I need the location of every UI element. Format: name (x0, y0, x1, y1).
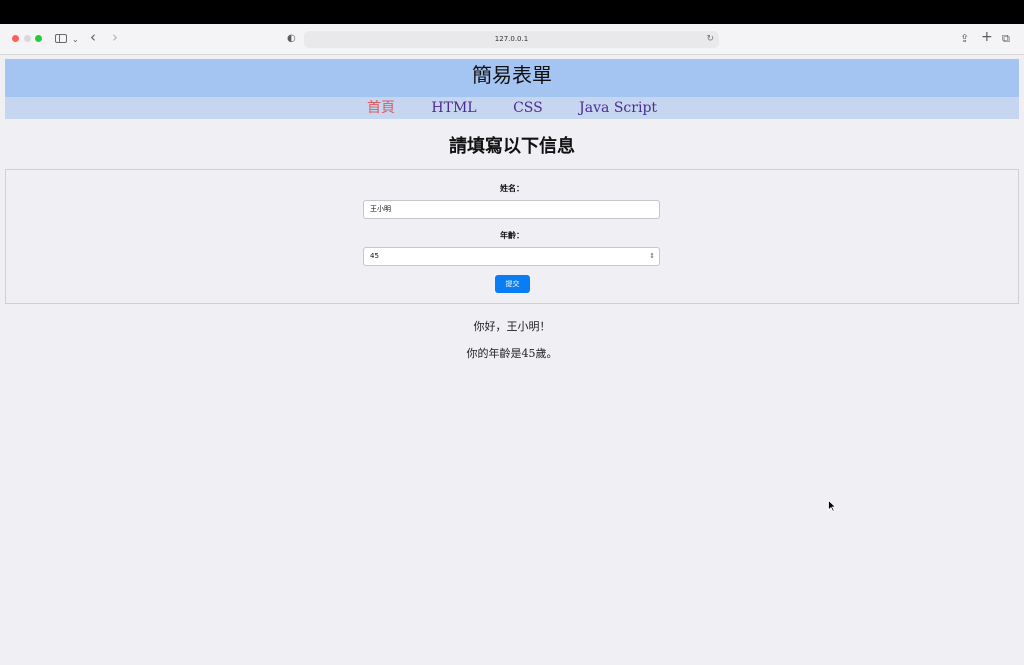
submit-button[interactable]: 提交 (495, 275, 530, 293)
tabs-icon[interactable]: ⧉ (1002, 31, 1010, 47)
zoom-window-button[interactable] (35, 35, 42, 42)
address-bar[interactable]: 127.0.0.1 ↻ (304, 31, 719, 48)
form-heading: 請填寫以下信息 (449, 136, 575, 157)
minimize-window-button[interactable] (24, 35, 31, 42)
browser-toolbar: ⌄ ‹ › ◐ 127.0.0.1 ↻ ⇪ + ⧉ (0, 24, 1024, 55)
url-text: 127.0.0.1 (494, 35, 529, 43)
mouse-cursor-icon (828, 500, 836, 512)
nav-item-html[interactable]: HTML (431, 97, 476, 119)
greeting-text: 你好，王小明！ (473, 320, 551, 333)
screen-top-bar (0, 0, 1024, 24)
nav-item-home[interactable]: 首頁 (367, 97, 395, 119)
chevron-right-icon[interactable]: › (112, 29, 118, 45)
shield-icon[interactable]: ◐ (287, 31, 296, 47)
chevron-left-icon[interactable]: ‹ (90, 29, 96, 45)
main-nav: 首頁 HTML CSS Java Script (5, 97, 1019, 119)
stepper-icon[interactable]: ⇕ (649, 248, 655, 265)
age-input[interactable]: 45 ⇕ (363, 247, 660, 266)
site-title: 簡易表單 (472, 63, 552, 87)
name-input-value: 王小明 (370, 205, 391, 213)
share-icon[interactable]: ⇪ (960, 31, 969, 47)
chevron-down-icon[interactable]: ⌄ (72, 32, 79, 48)
plus-icon[interactable]: + (981, 29, 993, 45)
site-header: 簡易表單 (5, 59, 1019, 97)
nav-item-css[interactable]: CSS (513, 97, 543, 119)
name-input[interactable]: 王小明 (363, 200, 660, 219)
nav-item-javascript[interactable]: Java Script (579, 97, 657, 119)
age-label: 年齡： (500, 231, 524, 240)
form-container: 姓名： 王小明 年齡： 45 ⇕ 提交 (5, 169, 1019, 304)
close-window-button[interactable] (12, 35, 19, 42)
sidebar-icon[interactable] (55, 34, 67, 43)
age-input-value: 45 (370, 252, 379, 260)
reload-icon[interactable]: ↻ (706, 31, 714, 48)
name-label: 姓名： (500, 184, 524, 193)
age-message-text: 你的年齡是45歲。 (466, 347, 558, 360)
